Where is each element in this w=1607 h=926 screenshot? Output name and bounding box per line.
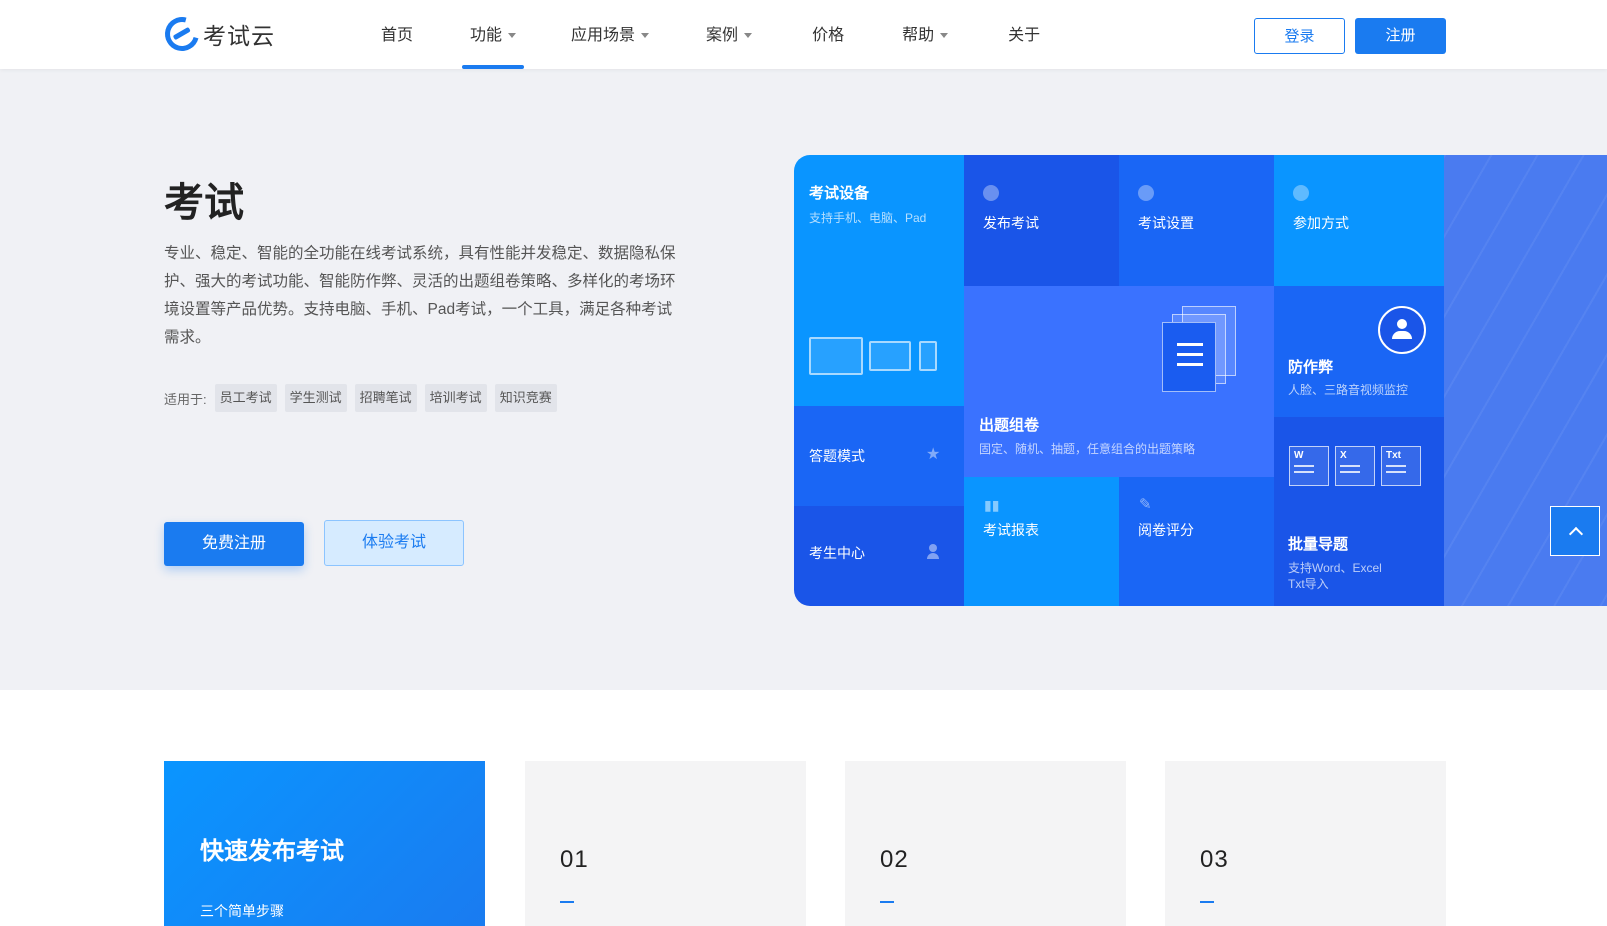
- nav-item-cases[interactable]: 案例: [706, 0, 753, 69]
- free-register-button[interactable]: 免费注册: [164, 522, 304, 566]
- step-underline: [1200, 901, 1214, 903]
- top-header: 考试云 首页 功能 应用场景 案例 价格 帮助 关于 登录 注册: [0, 0, 1607, 69]
- nav-item-help[interactable]: 帮助: [902, 0, 949, 69]
- tile-grading[interactable]: ✎ 阅卷评分: [1119, 477, 1274, 606]
- try-exam-button[interactable]: 体验考试: [324, 520, 464, 566]
- tile-exam-settings[interactable]: 考试设置: [1119, 155, 1274, 286]
- tile-title: 答题模式: [809, 448, 865, 464]
- tile-title: 考生中心: [809, 545, 865, 561]
- hero-description: 专业、稳定、智能的全功能在线考试系统，具有性能并发稳定、数据隐私保护、强大的考试…: [164, 245, 676, 346]
- bar-chart-icon: ▮▮: [984, 497, 1000, 513]
- tile-title: 考试报表: [983, 522, 1039, 538]
- logo[interactable]: 考试云: [158, 10, 275, 58]
- tile-exam-devices[interactable]: 考试设备 支持手机、电脑、Pad: [794, 155, 964, 406]
- tag-student-test: 学生测试: [284, 384, 347, 412]
- tile-anti-cheating[interactable]: 防作弊 人脸、三路音视频监控: [1274, 286, 1444, 417]
- nav-item-about[interactable]: 关于: [1008, 0, 1040, 69]
- word-doc-icon: W: [1289, 446, 1329, 486]
- star-icon: ★: [926, 446, 941, 463]
- chevron-down-icon: [744, 33, 753, 39]
- tag-employee-exam: 员工考试: [214, 384, 277, 412]
- tag-knowledge-contest: 知识竞赛: [494, 384, 557, 412]
- tag-training-exam: 培训考试: [424, 384, 487, 412]
- tile-subtitle: 支持Word、Excel Txt导入: [1288, 561, 1382, 591]
- step-underline: [880, 901, 894, 903]
- paper-front-icon: [1162, 322, 1216, 392]
- check-circle-icon: [983, 185, 999, 201]
- user-avatar-icon: [1378, 306, 1426, 354]
- tile-title: 参加方式: [1293, 215, 1349, 231]
- step-card-2: 02: [845, 761, 1126, 926]
- tile-subtitle: 固定、随机、抽题，任意组合的出题策略: [979, 442, 1196, 456]
- tile-compose-paper[interactable]: 出题组卷 固定、随机、抽题，任意组合的出题策略: [964, 286, 1274, 477]
- page-title: 考试: [164, 181, 244, 225]
- section-subtitle: 三个简单步骤: [200, 903, 284, 919]
- nav-item-scenarios[interactable]: 应用场景: [571, 0, 650, 69]
- suitable-for: 适用于: 员工考试 学生测试 招聘笔试 培训考试 知识竞赛: [164, 384, 557, 412]
- tile-title: 防作弊: [1288, 359, 1334, 376]
- pencil-icon: ✎: [1139, 496, 1152, 513]
- phone-icon: [919, 341, 937, 371]
- tile-title: 发布考试: [983, 215, 1039, 231]
- chevron-down-icon: [641, 33, 650, 39]
- step-number: 02: [880, 846, 909, 873]
- nav-item-home[interactable]: 首页: [381, 0, 413, 69]
- chevron-down-icon: [508, 33, 517, 39]
- txt-doc-icon: Txt: [1381, 446, 1421, 486]
- gear-icon: [1138, 185, 1154, 201]
- suitable-for-label: 适用于:: [164, 391, 207, 407]
- scroll-to-top-button[interactable]: [1550, 506, 1600, 556]
- section-title: 快速发布考试: [200, 838, 344, 865]
- nav-item-pricing[interactable]: 价格: [812, 0, 844, 69]
- tile-title: 阅卷评分: [1138, 522, 1194, 538]
- tile-title: 批量导题: [1288, 536, 1349, 553]
- person-icon: [927, 544, 939, 560]
- tile-join-method[interactable]: 参加方式: [1274, 155, 1444, 286]
- quick-publish-card: 快速发布考试 三个简单步骤: [164, 761, 485, 926]
- register-button[interactable]: 注册: [1355, 18, 1446, 54]
- monitor-icon: [809, 337, 863, 375]
- tile-title: 考试设备: [809, 185, 870, 202]
- excel-doc-icon: X: [1335, 446, 1375, 486]
- step-card-1: 01: [525, 761, 806, 926]
- tile-subtitle: 人脸、三路音视频监控: [1288, 383, 1409, 397]
- plus-circle-icon: [1293, 185, 1309, 201]
- tile-title: 出题组卷: [979, 417, 1040, 434]
- laptop-icon: [869, 341, 911, 371]
- nav-item-features[interactable]: 功能: [462, 0, 525, 69]
- tile-answer-mode[interactable]: 答题模式 ★: [794, 406, 964, 506]
- tile-exam-report[interactable]: ▮▮ 考试报表: [964, 477, 1119, 606]
- step-underline: [560, 901, 574, 903]
- step-number: 01: [560, 846, 589, 873]
- chevron-down-icon: [940, 33, 949, 39]
- feature-mosaic: 考试设备 支持手机、电脑、Pad 发布考试 考试设置 参加方式 出题组卷 固定、…: [794, 155, 1607, 606]
- tile-title: 考试设置: [1138, 215, 1194, 231]
- main-nav: 首页 功能 应用场景 案例 价格 帮助 关于: [366, 0, 1040, 69]
- tile-candidate-center[interactable]: 考生中心: [794, 506, 964, 606]
- step-number: 03: [1200, 846, 1229, 873]
- tile-batch-import[interactable]: W X Txt 批量导题 支持Word、Excel Txt导入: [1274, 417, 1444, 606]
- logo-text: 考试云: [203, 23, 275, 49]
- login-button[interactable]: 登录: [1254, 18, 1345, 54]
- step-card-3: 03: [1165, 761, 1446, 926]
- quick-publish-section: 快速发布考试 三个简单步骤 01 02 03: [0, 690, 1607, 926]
- tile-subtitle: 支持手机、电脑、Pad: [809, 211, 927, 225]
- logo-e-icon: [158, 10, 206, 58]
- tile-publish-exam[interactable]: 发布考试: [964, 155, 1119, 286]
- tag-recruit-exam: 招聘笔试: [354, 384, 417, 412]
